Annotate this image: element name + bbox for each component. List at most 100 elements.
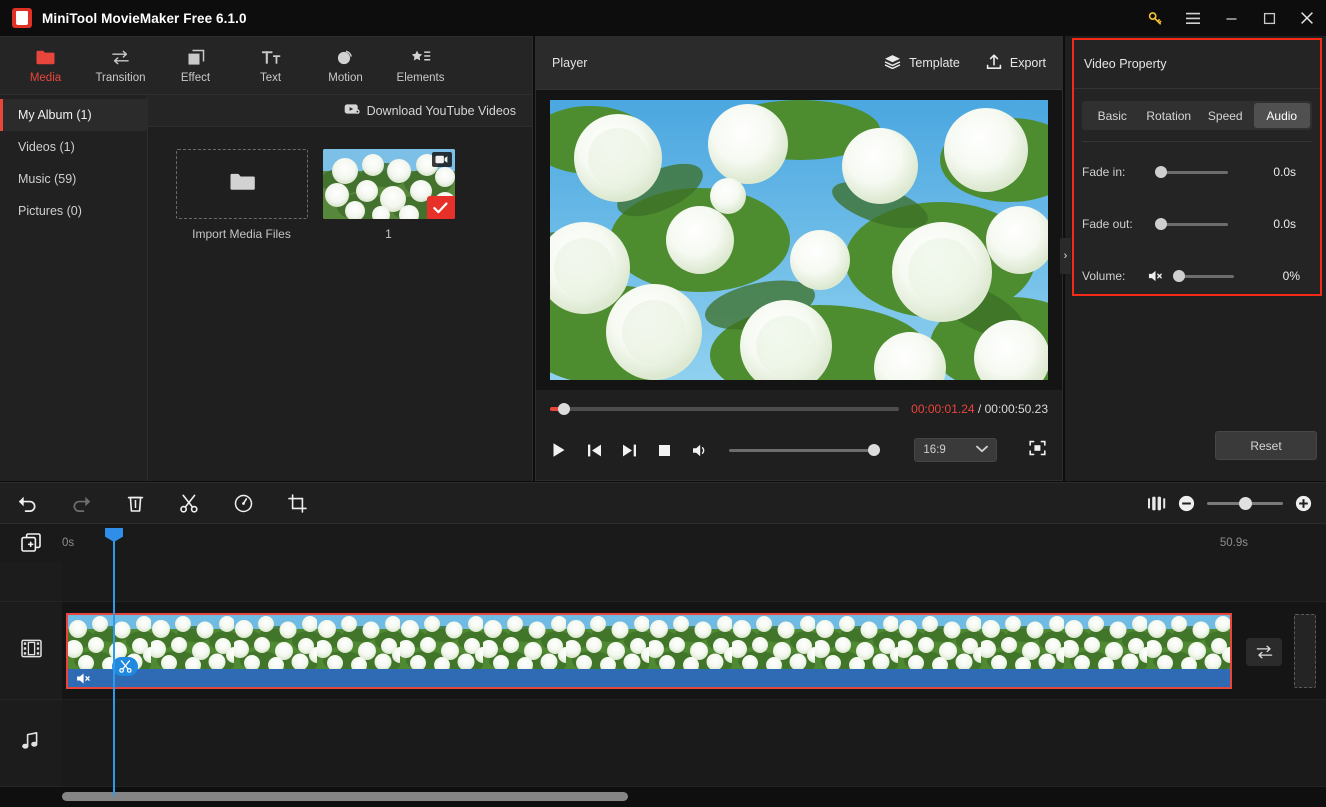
undo-button[interactable]: [0, 482, 54, 524]
tab-speed[interactable]: Speed: [1197, 103, 1254, 128]
template-button[interactable]: Template: [884, 54, 960, 72]
import-media-cell[interactable]: Import Media Files: [174, 149, 309, 241]
seek-handle[interactable]: [558, 403, 570, 415]
timeline-zoom-handle[interactable]: [1239, 496, 1252, 510]
media-item-label: 1: [385, 227, 392, 241]
clip-mute-icon[interactable]: [76, 670, 94, 686]
fade-in-slider[interactable]: [1155, 166, 1228, 178]
close-button[interactable]: [1288, 0, 1326, 36]
upload-icon: [986, 53, 1002, 73]
menu-button[interactable]: [1174, 0, 1212, 36]
track-header-video[interactable]: [0, 602, 62, 700]
clip-audio-strip: [68, 669, 1230, 687]
timeline-playhead[interactable]: [105, 528, 123, 796]
tab-motion[interactable]: Motion: [308, 40, 383, 92]
crop-button[interactable]: [270, 482, 324, 524]
fade-out-handle[interactable]: [1155, 218, 1167, 230]
play-button[interactable]: [550, 442, 567, 458]
album-item-pictures[interactable]: Pictures (0): [0, 195, 147, 227]
timeline-horizontal-scrollbar[interactable]: [62, 792, 628, 801]
tab-basic[interactable]: Basic: [1084, 103, 1141, 128]
tab-audio[interactable]: Audio: [1253, 103, 1310, 128]
tab-text[interactable]: Text: [233, 40, 308, 92]
previous-frame-button[interactable]: [585, 443, 602, 458]
lane-text[interactable]: [62, 562, 1326, 602]
speed-button[interactable]: [216, 482, 270, 524]
tab-effect[interactable]: Effect: [158, 40, 233, 92]
lane-audio[interactable]: [62, 700, 1326, 787]
track-header-audio[interactable]: [0, 700, 62, 787]
album-label: Pictures (0): [18, 204, 82, 218]
zoom-plus-icon[interactable]: [1295, 495, 1312, 512]
audio-property-rows: Fade in: 0.0s Fade out: 0.0s Volume: 0%: [1082, 141, 1312, 302]
timeline-clip[interactable]: [66, 613, 1232, 689]
fade-out-label: Fade out:: [1082, 217, 1133, 231]
volume-button[interactable]: [691, 443, 708, 458]
volume-handle[interactable]: [868, 444, 881, 456]
volume-handle[interactable]: [1173, 270, 1185, 282]
seek-bar[interactable]: [550, 403, 900, 415]
fade-out-row: Fade out: 0.0s: [1082, 198, 1312, 250]
fade-in-handle[interactable]: [1155, 166, 1167, 178]
volume-label: Volume:: [1082, 269, 1126, 283]
tab-rotation[interactable]: Rotation: [1141, 103, 1198, 128]
add-transition-button[interactable]: [1246, 638, 1282, 666]
media-grid: Import Media Files 1: [148, 127, 532, 241]
text-tt-icon: [261, 48, 281, 67]
clip-split-badge[interactable]: [112, 657, 138, 676]
media-thumbnail[interactable]: [322, 149, 455, 219]
minimize-button[interactable]: [1212, 0, 1250, 36]
tab-text-label: Text: [259, 71, 282, 84]
volume-slider[interactable]: [1173, 270, 1234, 282]
lane-video[interactable]: [62, 602, 1326, 700]
volume-row: Volume: 0%: [1082, 250, 1312, 302]
split-button[interactable]: [162, 482, 216, 524]
volume-value: 0%: [1282, 269, 1300, 283]
video-preview[interactable]: [550, 100, 1048, 380]
tab-elements[interactable]: Elements: [383, 40, 458, 92]
track-header-text[interactable]: [0, 562, 62, 602]
redo-button[interactable]: [54, 482, 108, 524]
timeline-scrollbar-area: [0, 787, 1326, 807]
media-panel: Media Transition Effect Text Motion Elem…: [0, 36, 533, 481]
track-headers: [0, 562, 62, 787]
check-icon[interactable]: [426, 196, 455, 219]
timeline-zoom-slider[interactable]: [1207, 496, 1283, 510]
reset-button[interactable]: Reset: [1215, 431, 1317, 460]
zoom-minus-icon[interactable]: [1178, 495, 1195, 512]
download-youtube-videos-label[interactable]: Download YouTube Videos: [367, 104, 516, 118]
delete-button[interactable]: [108, 482, 162, 524]
tab-motion-label: Motion: [328, 71, 363, 84]
license-key-button[interactable]: [1136, 0, 1174, 36]
tab-transition[interactable]: Transition: [83, 40, 158, 92]
next-frame-button[interactable]: [621, 443, 638, 458]
speaker-muted-icon[interactable]: [1148, 269, 1164, 283]
clip-placeholder[interactable]: [1294, 614, 1316, 688]
window-title: MiniTool MovieMaker Free 6.1.0: [42, 10, 247, 26]
export-button[interactable]: Export: [986, 53, 1046, 73]
ruler-start-label: 0s: [62, 537, 75, 549]
panel-collapse-handle[interactable]: ›: [1060, 238, 1071, 274]
volume-slider[interactable]: [728, 444, 881, 456]
clip-filmstrip: [68, 615, 1230, 669]
album-item-my-album[interactable]: My Album (1): [0, 99, 147, 131]
elements-star-list-icon: [411, 48, 431, 67]
stop-button[interactable]: [656, 444, 673, 457]
track-lanes: [62, 562, 1326, 787]
split-view-icon[interactable]: [1147, 496, 1166, 511]
album-item-videos[interactable]: Videos (1): [0, 131, 147, 163]
maximize-button[interactable]: [1250, 0, 1288, 36]
album-item-music[interactable]: Music (59): [0, 163, 147, 195]
timeline-toolbar: [0, 482, 1326, 524]
fade-out-slider[interactable]: [1155, 218, 1228, 230]
tab-transition-label: Transition: [95, 71, 146, 84]
tab-media[interactable]: Media: [8, 40, 83, 92]
add-media-track-icon[interactable]: [0, 533, 62, 553]
fullscreen-button[interactable]: [1029, 440, 1046, 461]
media-item[interactable]: 1: [321, 149, 456, 241]
film-strip-icon: [20, 639, 42, 663]
timeline-zoom-controls: [1147, 495, 1312, 512]
timeline-ruler[interactable]: 0s 50.9s: [0, 524, 1326, 562]
import-media-files-button[interactable]: [175, 149, 308, 219]
aspect-ratio-select[interactable]: 16:9: [914, 438, 997, 462]
